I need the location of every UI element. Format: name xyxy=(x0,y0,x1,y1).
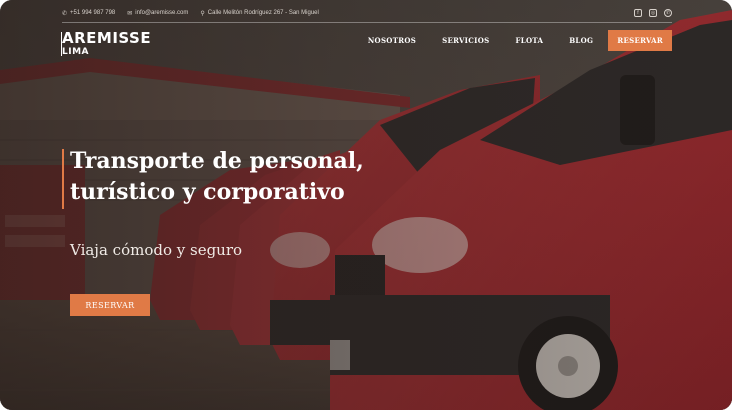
nav-blog[interactable]: BLOG xyxy=(556,36,606,45)
nav-servicios[interactable]: SERVICIOS xyxy=(429,36,502,45)
instagram-icon[interactable]: ◎ xyxy=(649,9,657,17)
logo-city: LIMA xyxy=(62,47,90,57)
header-divider xyxy=(62,22,672,23)
envelope-icon: ✉ xyxy=(127,10,133,17)
address-text: Calle Melitón Rodríguez 267 - San Miguel xyxy=(207,10,319,16)
hero-title-line-2: turístico y corporativo xyxy=(70,179,345,205)
nav-reservar-button[interactable]: RESERVAR xyxy=(608,29,672,51)
main-nav: NOSOTROS SERVICIOS FLOTA BLOG RESERVAR xyxy=(355,29,672,51)
hero-title: Transporte de personal, turístico y corp… xyxy=(70,146,430,208)
logo-accent-bar xyxy=(61,32,62,56)
top-info-bar: ✆ +51 994 987 798 ✉ info@aremisse.com ⚲ … xyxy=(62,6,672,20)
browser-viewport: ✆ +51 994 987 798 ✉ info@aremisse.com ⚲ … xyxy=(0,0,732,410)
location-pin-icon: ⚲ xyxy=(200,10,205,17)
phone-icon: ✆ xyxy=(62,10,68,17)
email-text: info@aremisse.com xyxy=(135,10,189,16)
site-logo[interactable]: AREMISSE LIMA xyxy=(61,29,152,57)
hero-accent-bar xyxy=(62,149,64,209)
nav-flota[interactable]: FLOTA xyxy=(502,36,556,45)
phone-text: +51 994 987 798 xyxy=(70,10,116,16)
hero-reservar-button[interactable]: RESERVAR xyxy=(70,294,150,316)
hero-title-line-1: Transporte de personal, xyxy=(70,148,364,174)
social-links: f ◎ ✆ xyxy=(634,9,672,17)
email-info[interactable]: ✉ info@aremisse.com xyxy=(127,10,188,17)
hero-subtitle: Viaja cómodo y seguro xyxy=(70,241,243,259)
phone-info[interactable]: ✆ +51 994 987 798 xyxy=(62,10,115,17)
facebook-icon[interactable]: f xyxy=(634,9,642,17)
nav-nosotros[interactable]: NOSOTROS xyxy=(355,36,429,45)
whatsapp-icon[interactable]: ✆ xyxy=(664,9,672,17)
logo-name: AREMISSE xyxy=(62,29,152,47)
address-info: ⚲ Calle Melitón Rodríguez 267 - San Migu… xyxy=(200,10,318,17)
